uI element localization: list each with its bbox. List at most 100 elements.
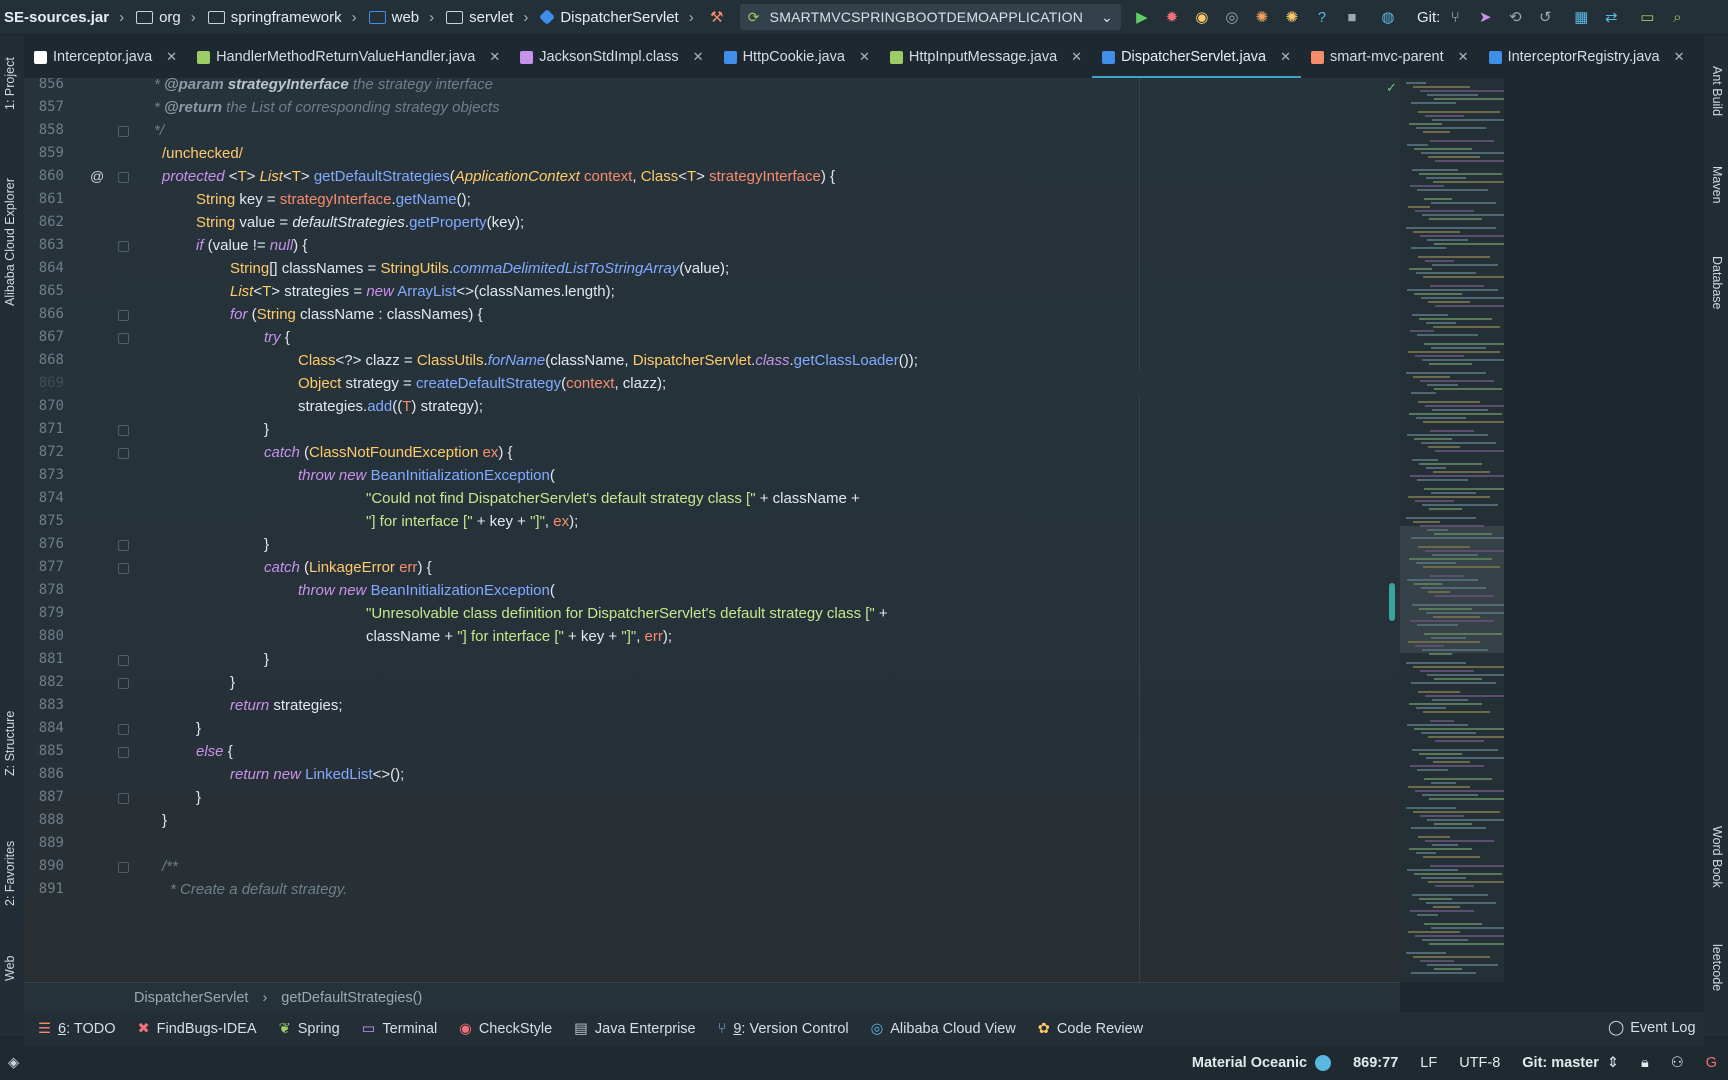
toolwindow-checkstyle[interactable]: ◉ CheckStyle	[459, 1021, 552, 1037]
breadcrumb-method[interactable]: getDefaultStrategies()	[281, 990, 422, 1006]
toolwindow-java-enterprise[interactable]: ▤ Java Enterprise	[574, 1021, 695, 1037]
inspection-ok-icon[interactable]: ✓	[1386, 80, 1397, 96]
minimap-line	[1428, 881, 1504, 883]
tab-interceptor-java[interactable]: Interceptor.java ✕	[24, 36, 187, 78]
close-icon[interactable]: ✕	[693, 49, 704, 65]
tool-project[interactable]: 1: Project	[3, 57, 17, 110]
breadcrumb-class[interactable]: DispatcherServlet	[134, 990, 248, 1006]
git-branch-widget[interactable]: Git: master ⇕	[1522, 1055, 1619, 1071]
close-icon[interactable]: ✕	[489, 49, 500, 65]
chevron-right-icon: ›	[688, 8, 694, 26]
minimap-line	[1409, 268, 1432, 270]
minimap-line	[1427, 819, 1504, 821]
profile-icon[interactable]: ◎	[1221, 6, 1243, 28]
git-rollback-icon[interactable]: ↺	[1534, 6, 1556, 28]
spring-boot-icon: ⟳	[747, 8, 760, 25]
git-branch-icon[interactable]: ⑂	[1444, 6, 1466, 28]
tool-web[interactable]: Web	[3, 956, 17, 981]
crumb-dispatcherservlet[interactable]: DispatcherServlet ›	[536, 9, 701, 26]
minimap-line	[1424, 198, 1452, 200]
minimap-line	[1430, 430, 1474, 432]
toolwindow-code-review[interactable]: ✿ Code Review	[1038, 1021, 1143, 1037]
minimap-line	[1409, 413, 1502, 415]
toolwindow-terminal[interactable]: ▭ Terminal	[362, 1021, 438, 1037]
minimap-line	[1407, 724, 1468, 726]
minimap-line	[1429, 508, 1462, 510]
tool-favorites[interactable]: 2: Favorites	[3, 841, 17, 906]
tool-leetcode[interactable]: leetcode	[1710, 944, 1724, 991]
close-icon[interactable]: ✕	[1458, 49, 1469, 65]
minimap-line	[1420, 380, 1494, 382]
theme-indicator[interactable]: Material Oceanic	[1192, 1055, 1332, 1071]
editor-scrollbar-thumb[interactable]	[1389, 583, 1395, 621]
search-everywhere-help-icon[interactable]: ◍	[1377, 6, 1399, 28]
tool-structure[interactable]: Z: Structure	[3, 711, 17, 776]
minimap-line	[1419, 753, 1462, 755]
tab-httpinputmessage-java[interactable]: HttpInputMessage.java ✕	[880, 36, 1092, 78]
help-icon[interactable]: ?	[1311, 6, 1333, 28]
inspector-icon[interactable]: ⚇	[1671, 1055, 1684, 1071]
crumb-jar[interactable]: SE-sources.jar ›	[0, 9, 132, 26]
crumb-org[interactable]: org ›	[132, 9, 204, 26]
caret-position[interactable]: 869:77	[1353, 1055, 1398, 1071]
minimap-line	[1413, 521, 1440, 523]
git-history-icon[interactable]: ⟲	[1504, 6, 1526, 28]
search-icon[interactable]: ⌕	[1666, 6, 1688, 28]
tool-maven[interactable]: Maven	[1710, 166, 1724, 204]
tab-handlermethodreturnvaluehandler-java[interactable]: HandlerMethodReturnValueHandler.java ✕	[187, 36, 510, 78]
code-line: else {	[196, 743, 233, 760]
crumb-web[interactable]: web ›	[365, 9, 443, 26]
tabs-overflow-button[interactable]: ⋯3	[1695, 36, 1704, 78]
tab-jacksonstdimpl-class[interactable]: JacksonStdImpl.class ✕	[510, 36, 713, 78]
minimap-line	[1427, 964, 1498, 966]
google-icon[interactable]: G	[1706, 1055, 1717, 1071]
line-separator[interactable]: LF	[1420, 1055, 1437, 1071]
chevron-down-icon: ⌄	[1101, 8, 1113, 25]
toolwindow-todo[interactable]: ☰ 6: TODO	[38, 1021, 116, 1037]
coverage-icon[interactable]: ◉	[1191, 6, 1213, 28]
translate-icon[interactable]: ⇄	[1600, 6, 1622, 28]
tab-httpcookie-java[interactable]: HttpCookie.java ✕	[714, 36, 880, 78]
code-editor[interactable]: 856 857 858 859 860 861 862 863 864 865 866 867 868 8…	[24, 78, 1400, 982]
tab-interceptorregistry-java[interactable]: InterceptorRegistry.java ✕	[1479, 36, 1695, 78]
project-structure-icon[interactable]: ▦	[1570, 6, 1592, 28]
run-configuration-select[interactable]: ⟳ SMARTMVCSPRINGBOOTDEMOAPPLICATION ⌄	[739, 4, 1121, 30]
build-hammer-icon[interactable]: ⚒	[706, 6, 728, 28]
close-icon[interactable]: ✕	[1071, 49, 1082, 65]
minimap-line	[1421, 297, 1504, 299]
terminal-icon[interactable]: ▭	[1636, 6, 1658, 28]
tab-smart-mvc-parent[interactable]: smart-mvc-parent ✕	[1301, 36, 1479, 78]
minimap-line	[1411, 537, 1504, 539]
toolwindow-version-control[interactable]: ⑂ 9: Version Control	[718, 1021, 849, 1037]
layers-icon[interactable]: ◈	[8, 1055, 19, 1071]
lock-icon[interactable]: 🔒︎	[1641, 1055, 1649, 1071]
tool-word-book[interactable]: Word Book	[1710, 826, 1724, 888]
event-log-button[interactable]: ◯ Event Log	[1608, 1020, 1696, 1036]
hot-swap-icon[interactable]: ✺	[1251, 6, 1273, 28]
tool-database[interactable]: Database	[1710, 256, 1724, 310]
code-minimap[interactable]	[1400, 78, 1504, 982]
close-icon[interactable]: ✕	[166, 49, 177, 65]
close-icon[interactable]: ✕	[859, 49, 870, 65]
code-line: try {	[264, 329, 290, 346]
file-encoding[interactable]: UTF-8	[1459, 1055, 1500, 1071]
attach-debugger-icon[interactable]: ✺	[1281, 6, 1303, 28]
minimap-line	[1435, 450, 1504, 452]
tool-ant-build[interactable]: Ant Build	[1710, 66, 1724, 116]
toolwindow-findbugs-idea[interactable]: ✖ FindBugs-IDEA	[138, 1021, 257, 1037]
toolwindow-spring[interactable]: ❦ Spring	[279, 1021, 340, 1037]
git-push-icon[interactable]: ➤	[1474, 6, 1496, 28]
code-line: "] for interface [" + key + "]", ex);	[366, 513, 579, 530]
minimap-line	[1406, 227, 1496, 229]
toolwindow-alibaba-cloud-view[interactable]: ◎ Alibaba Cloud View	[871, 1021, 1016, 1037]
crumb-servlet[interactable]: servlet ›	[442, 9, 536, 26]
run-icon[interactable]: ▶	[1131, 6, 1153, 28]
close-icon[interactable]: ✕	[1280, 49, 1291, 65]
close-icon[interactable]: ✕	[1674, 49, 1685, 65]
implementation-marker-icon[interactable]: @	[90, 164, 104, 189]
debug-icon[interactable]: ✹	[1161, 6, 1183, 28]
stop-icon[interactable]: ■	[1341, 6, 1363, 28]
tool-alibaba-cloud-explorer[interactable]: Alibaba Cloud Explorer	[3, 178, 17, 306]
tab-dispatcherservlet-java[interactable]: DispatcherServlet.java ✕	[1092, 36, 1302, 78]
crumb-springframework[interactable]: springframework ›	[204, 9, 365, 26]
